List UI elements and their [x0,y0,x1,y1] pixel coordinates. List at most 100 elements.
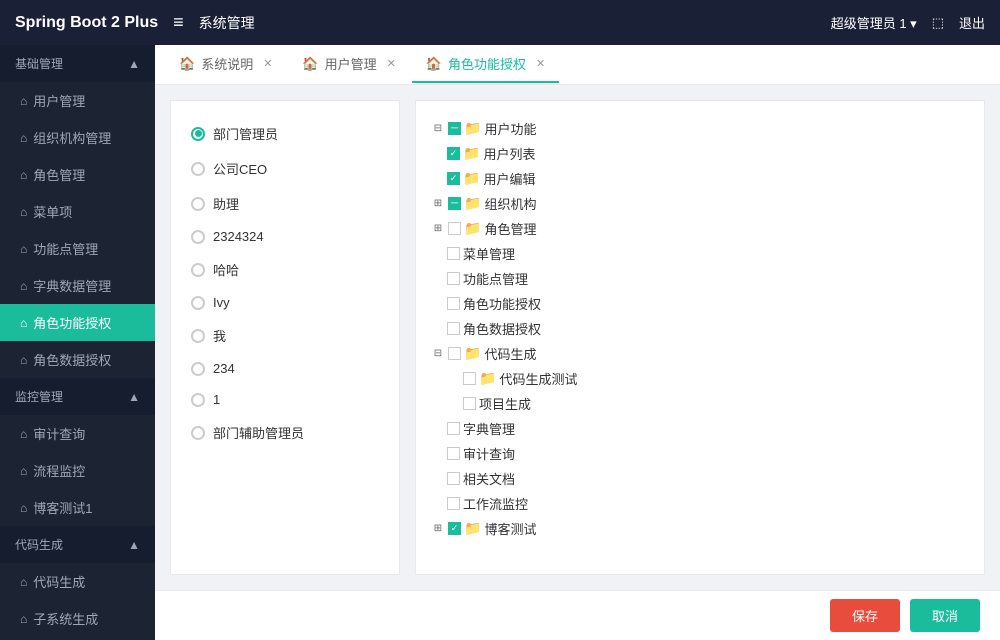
cb-blog[interactable]: ✓ [448,522,461,535]
home-icon-2: ⌂ [20,131,27,145]
tab-close-user-mgmt[interactable]: ✕ [387,57,396,70]
cb-user-edit[interactable]: ✓ [447,172,460,185]
cb-role[interactable] [448,222,461,235]
tree-node-func-mgmt[interactable]: 功能点管理 [431,266,969,291]
tab-role-func-auth[interactable]: 🏠 角色功能授权 ✕ [412,46,559,83]
radio-me[interactable] [191,329,205,343]
role-item-me[interactable]: 我 [181,318,389,353]
role-item-dept-admin[interactable]: 部门管理员 [181,116,389,151]
tree-node-role-func[interactable]: 角色功能授权 [431,291,969,316]
sidebar-label-blog: 博客测试1 [33,498,92,517]
radio-haha[interactable] [191,263,205,277]
cb-docs[interactable] [447,472,460,485]
header: Spring Boot 2 Plus ≡ 系统管理 超级管理员 1 ▾ ⬚ 退出 [0,0,1000,45]
sidebar-item-blog[interactable]: ⌂ 博客测试1 [0,489,155,526]
tree-node-codegen-test[interactable]: 📁 代码生成测试 [431,366,969,391]
cb-workflow[interactable] [447,497,460,510]
tab-system-intro[interactable]: 🏠 系统说明 ✕ [165,46,286,83]
cb-codegen-test[interactable] [463,372,476,385]
expand-org[interactable]: ⊞ [431,197,445,211]
tab-label-system-intro: 系统说明 [201,54,253,73]
radio-234[interactable] [191,362,205,376]
role-item-2324324[interactable]: 2324324 [181,221,389,252]
tab-close-role-func-auth[interactable]: ✕ [536,57,545,70]
user-info[interactable]: 超级管理员 1 ▾ [831,13,917,32]
menu-icon[interactable]: ≡ [173,12,184,33]
sidebar-item-user-mgmt[interactable]: ⌂ 用户管理 [0,82,155,119]
radio-2324324[interactable] [191,230,205,244]
role-item-assistant[interactable]: 助理 [181,186,389,221]
radio-ivy[interactable] [191,296,205,310]
sidebar-item-audit[interactable]: ⌂ 审计查询 [0,415,155,452]
tree-node-project-gen[interactable]: 项目生成 [431,391,969,416]
cb-dict[interactable] [447,422,460,435]
radio-ceo[interactable] [191,162,205,176]
tree-node-org[interactable]: ⊞ ─ 📁 组织机构 [431,191,969,216]
cb-user-func[interactable]: ─ [448,122,461,135]
sidebar-item-role-func-auth[interactable]: ⌂ 角色功能授权 [0,304,155,341]
home-icon-3: ⌂ [20,168,27,182]
logo: Spring Boot 2 Plus [15,14,158,32]
sidebar-item-workflow[interactable]: ⌂ 流程监控 [0,452,155,489]
tree-node-user-list[interactable]: ✓ 📁 用户列表 [431,141,969,166]
radio-dept-sub-admin[interactable] [191,426,205,440]
cb-org[interactable]: ─ [448,197,461,210]
sidebar-group-codegen: 代码生成 ▲ [0,526,155,563]
home-icon-11: ⌂ [20,501,27,515]
expand-codegen[interactable]: ⊟ [431,347,445,361]
role-item-ceo[interactable]: 公司CEO [181,151,389,186]
cb-role-func[interactable] [447,297,460,310]
tab-user-mgmt[interactable]: 🏠 用户管理 ✕ [288,46,409,83]
label-org: 组织机构 [484,194,536,213]
role-item-234[interactable]: 234 [181,353,389,384]
tree-node-user-edit[interactable]: ✓ 📁 用户编辑 [431,166,969,191]
sidebar-item-menu[interactable]: ⌂ 菜单项 [0,193,155,230]
label-dict: 字典管理 [463,419,515,438]
cb-codegen[interactable] [448,347,461,360]
cb-audit[interactable] [447,447,460,460]
role-item-ivy[interactable]: Ivy [181,287,389,318]
folder-icon-org: 📁 [464,195,481,212]
tab-close-system-intro[interactable]: ✕ [263,57,272,70]
cancel-button[interactable]: 取消 [910,599,980,632]
sidebar-label-role-data-auth: 角色数据授权 [33,350,111,369]
label-codegen-test: 代码生成测试 [499,369,577,388]
tree-node-workflow[interactable]: 工作流监控 [431,491,969,516]
folder-icon-user-func: 📁 [464,120,481,137]
radio-assistant[interactable] [191,197,205,211]
cb-user-list[interactable]: ✓ [447,147,460,160]
expand-role[interactable]: ⊞ [431,222,445,236]
sidebar-item-role-data-auth[interactable]: ⌂ 角色数据授权 [0,341,155,378]
save-button[interactable]: 保存 [830,599,900,632]
logout-button[interactable]: 退出 [959,13,985,32]
expand-user-func[interactable]: ⊟ [431,122,445,136]
expand-blog[interactable]: ⊞ [431,522,445,536]
role-item-dept-sub-admin[interactable]: 部门辅助管理员 [181,415,389,450]
cb-func-mgmt[interactable] [447,272,460,285]
tree-node-role[interactable]: ⊞ 📁 角色管理 [431,216,969,241]
sidebar-item-subsys-gen[interactable]: ⌂ 子系统生成 [0,600,155,637]
sidebar-item-func-mgmt[interactable]: ⌂ 功能点管理 [0,230,155,267]
cb-menu[interactable] [447,247,460,260]
tree-node-blog[interactable]: ⊞ ✓ 📁 博客测试 [431,516,969,541]
sidebar-item-role-mgmt[interactable]: ⌂ 角色管理 [0,156,155,193]
cb-role-data[interactable] [447,322,460,335]
tree-node-codegen[interactable]: ⊟ 📁 代码生成 [431,341,969,366]
tree-node-role-data[interactable]: 角色数据授权 [431,316,969,341]
sidebar-item-dict[interactable]: ⌂ 字典数据管理 [0,267,155,304]
tree-node-dict[interactable]: 字典管理 [431,416,969,441]
sidebar-label-subsys-gen: 子系统生成 [33,609,98,628]
tree-node-docs[interactable]: 相关文档 [431,466,969,491]
folder-icon-codegen-test: 📁 [479,370,496,387]
sidebar-item-org-mgmt[interactable]: ⌂ 组织机构管理 [0,119,155,156]
radio-1[interactable] [191,393,205,407]
home-icon-12: ⌂ [20,575,27,589]
cb-project-gen[interactable] [463,397,476,410]
tree-node-audit[interactable]: 审计查询 [431,441,969,466]
radio-dept-admin[interactable] [191,127,205,141]
tree-node-menu[interactable]: 菜单管理 [431,241,969,266]
tree-node-user-func[interactable]: ⊟ ─ 📁 用户功能 [431,116,969,141]
sidebar-item-codegen[interactable]: ⌂ 代码生成 [0,563,155,600]
role-item-haha[interactable]: 哈哈 [181,252,389,287]
role-item-1[interactable]: 1 [181,384,389,415]
